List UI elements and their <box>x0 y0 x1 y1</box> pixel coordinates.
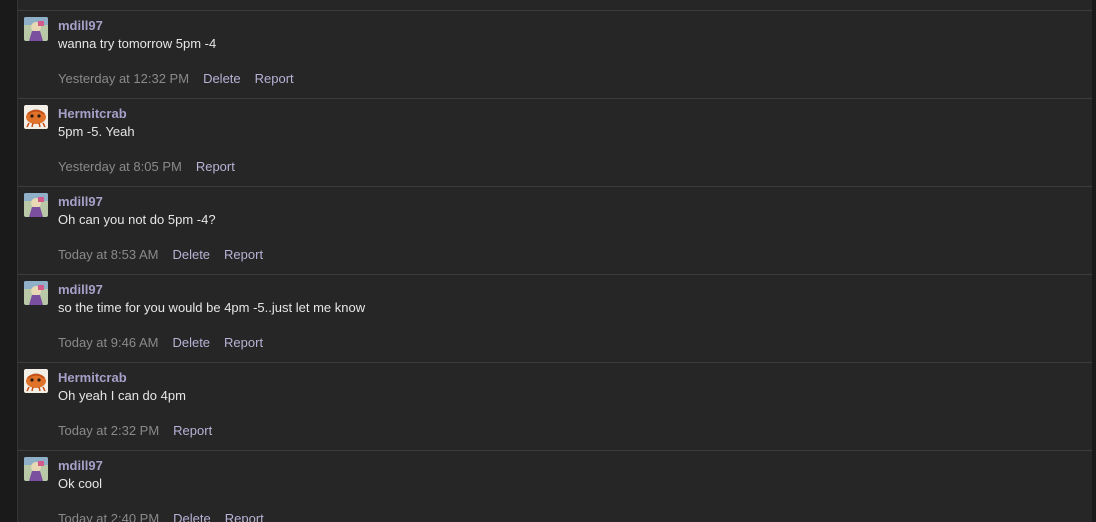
timestamp[interactable]: Today at 9:46 AM <box>58 335 158 350</box>
timestamp[interactable]: Yesterday at 8:05 PM <box>58 159 182 174</box>
message-meta: Today at 9:46 AM Delete Report <box>58 335 263 350</box>
message-text: Oh can you not do 5pm -4? <box>58 212 216 227</box>
report-button[interactable]: Report <box>196 159 235 174</box>
username[interactable]: mdill97 <box>58 18 103 33</box>
avatar[interactable] <box>24 457 48 481</box>
mdill97-avatar-icon <box>24 17 48 41</box>
username[interactable]: Hermitcrab <box>58 370 127 385</box>
delete-button[interactable]: Delete <box>172 335 210 350</box>
message-item: mdill97 wanna try tomorrow 5pm -4 Yester… <box>18 11 1093 99</box>
mdill97-avatar-icon <box>24 193 48 217</box>
message-text: wanna try tomorrow 5pm -4 <box>58 36 217 51</box>
delete-button[interactable]: Delete <box>173 511 211 522</box>
message-meta: Today at 8:53 AM Delete Report <box>58 247 263 262</box>
timestamp[interactable]: Yesterday at 12:32 PM <box>58 71 189 86</box>
report-button[interactable]: Report <box>225 511 264 522</box>
avatar[interactable] <box>24 369 48 393</box>
message-item: mdill97 Oh can you not do 5pm -4? Today … <box>18 187 1093 275</box>
message-text: Ok cool <box>58 476 103 491</box>
username[interactable]: mdill97 <box>58 458 103 473</box>
avatar[interactable] <box>24 17 48 41</box>
scrollbar-track[interactable] <box>1092 0 1096 522</box>
message-meta: Today at 2:32 PM Report <box>58 423 212 438</box>
message-text: so the time for you would be 4pm -5..jus… <box>58 300 366 315</box>
mdill97-avatar-icon <box>24 457 48 481</box>
timestamp[interactable]: Today at 8:53 AM <box>58 247 158 262</box>
delete-button[interactable]: Delete <box>172 247 210 262</box>
avatar[interactable] <box>24 281 48 305</box>
message-meta: Yesterday at 8:05 PM Report <box>58 159 235 174</box>
message-meta: Yesterday at 12:32 PM Delete Report <box>58 71 294 86</box>
mdill97-avatar-icon <box>24 281 48 305</box>
report-button[interactable]: Report <box>224 247 263 262</box>
message-item: Hermitcrab Oh yeah I can do 4pm Today at… <box>18 363 1093 451</box>
previous-message-edge <box>18 0 1093 11</box>
report-button[interactable]: Report <box>255 71 294 86</box>
hermitcrab-avatar-icon <box>24 369 48 393</box>
avatar[interactable] <box>24 193 48 217</box>
message-meta: Today at 2:40 PM Delete Report <box>58 511 264 522</box>
username[interactable]: Hermitcrab <box>58 106 127 121</box>
username[interactable]: mdill97 <box>58 282 103 297</box>
report-button[interactable]: Report <box>224 335 263 350</box>
message-item: Hermitcrab 5pm -5. Yeah Yesterday at 8:0… <box>18 99 1093 187</box>
timestamp[interactable]: Today at 2:32 PM <box>58 423 159 438</box>
username[interactable]: mdill97 <box>58 194 103 209</box>
delete-button[interactable]: Delete <box>203 71 241 86</box>
report-button[interactable]: Report <box>173 423 212 438</box>
message-item: mdill97 so the time for you would be 4pm… <box>18 275 1093 363</box>
message-item: mdill97 Ok cool Today at 2:40 PM Delete Re… <box>18 451 1093 522</box>
message-thread: mdill97 wanna try tomorrow 5pm -4 Yester… <box>17 0 1094 522</box>
timestamp[interactable]: Today at 2:40 PM <box>58 511 159 522</box>
hermitcrab-avatar-icon <box>24 105 48 129</box>
message-text: 5pm -5. Yeah <box>58 124 135 139</box>
avatar[interactable] <box>24 105 48 129</box>
message-text: Oh yeah I can do 4pm <box>58 388 186 403</box>
left-gutter <box>0 0 17 522</box>
